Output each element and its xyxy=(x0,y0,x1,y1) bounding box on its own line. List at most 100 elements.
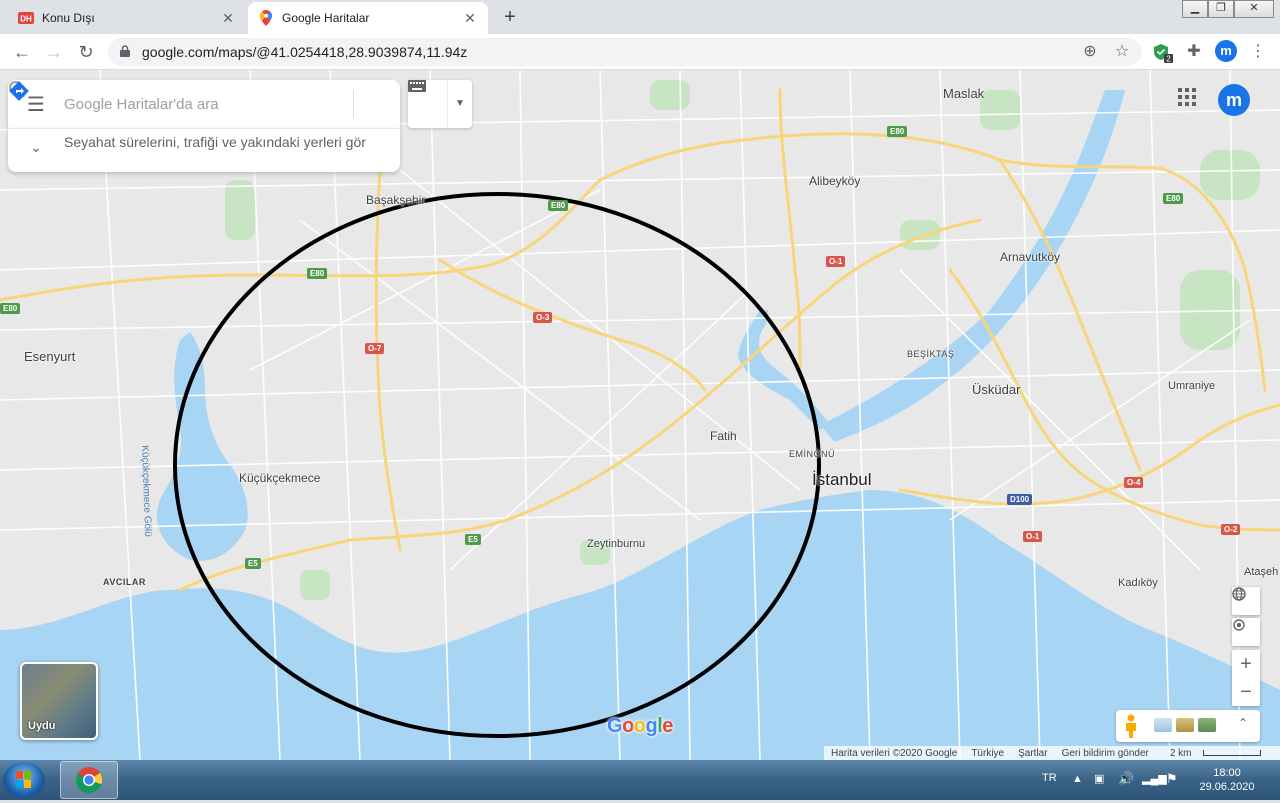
network-device-icon[interactable]: ▣ xyxy=(1094,772,1104,785)
road-shield: O-3 xyxy=(533,312,553,323)
maps-profile-avatar[interactable]: m xyxy=(1218,84,1250,116)
input-tools-button[interactable]: ▼ xyxy=(408,80,472,128)
chrome-icon xyxy=(76,767,103,794)
place-label[interactable]: Üsküdar xyxy=(972,382,1020,397)
pegman-street-view-icon[interactable] xyxy=(1124,714,1138,738)
place-label[interactable]: Maslak xyxy=(943,86,984,101)
terms-link[interactable]: Şartlar xyxy=(1018,748,1047,759)
location-target-icon[interactable]: ⊕ xyxy=(1078,40,1102,64)
address-bar[interactable]: google.com/maps/@41.0254418,28.9039874,1… xyxy=(108,38,1142,66)
taskbar-clock[interactable]: 18:00 29.06.2020 xyxy=(1190,766,1264,794)
volume-icon[interactable]: 🔊 xyxy=(1118,771,1134,787)
dropdown-arrow-icon[interactable]: ▼ xyxy=(448,80,472,128)
search-divider xyxy=(353,90,354,118)
tray-expand-icon[interactable]: ▲ xyxy=(1072,773,1083,785)
place-label[interactable]: Kadıköy xyxy=(1118,577,1158,589)
place-label[interactable]: Umraniye xyxy=(1168,380,1215,392)
map-canvas[interactable]: ☰ ⌄ Seyahat sürelerini, trafiği ve yakın… xyxy=(0,70,1280,760)
road-shield: O-1 xyxy=(1023,531,1043,542)
taskbar-chrome-button[interactable] xyxy=(60,761,118,799)
tab-google-maps[interactable]: Google Haritalar ✕ xyxy=(248,2,488,34)
road-shield: E80 xyxy=(548,200,569,211)
window-controls: ▁ ❐ ✕ xyxy=(1182,0,1274,18)
lock-icon xyxy=(120,44,134,60)
place-label[interactable]: Esenyurt xyxy=(24,349,75,364)
start-button[interactable] xyxy=(3,762,45,798)
road-shield: O-2 xyxy=(1221,524,1241,535)
traffic-thumb[interactable] xyxy=(1176,718,1194,732)
place-label[interactable]: Başakşehir xyxy=(366,193,425,207)
scale-indicator[interactable]: 2 km xyxy=(1163,748,1268,759)
browser-menu-icon[interactable]: ⋮ xyxy=(1246,40,1270,64)
road-shield: E80 xyxy=(307,268,328,279)
place-label[interactable]: AVCILAR xyxy=(103,577,146,587)
shield-extension-icon[interactable]: 2 xyxy=(1152,42,1174,64)
road-shield: O-7 xyxy=(365,343,385,354)
road-shield: E80 xyxy=(1163,193,1184,204)
globe-icon[interactable] xyxy=(1232,587,1260,615)
browser-profile-avatar[interactable]: m xyxy=(1215,40,1237,62)
minimize-icon[interactable]: ▁ xyxy=(1182,0,1208,18)
my-location-icon[interactable] xyxy=(1232,618,1260,646)
place-label[interactable]: İstanbul xyxy=(812,470,872,490)
svg-text:DH: DH xyxy=(20,15,32,24)
place-label[interactable]: Ataşeh xyxy=(1244,566,1278,578)
satellite-label: Uydu xyxy=(28,720,56,732)
extension-badge: 2 xyxy=(1166,55,1171,64)
road-shield: E5 xyxy=(245,558,261,569)
forward-arrow-icon[interactable]: → xyxy=(42,40,66,64)
chevron-down-icon[interactable]: ⌄ xyxy=(8,133,64,156)
clock-date: 29.06.2020 xyxy=(1199,781,1255,793)
suggestion-text: Seyahat sürelerini, trafiği ve yakındaki… xyxy=(64,134,366,150)
google-apps-grid-icon[interactable] xyxy=(1178,88,1202,112)
extensions-puzzle-icon[interactable]: ✚ xyxy=(1182,40,1206,64)
dh-favicon-icon: DH xyxy=(18,10,34,26)
tab-title: Konu Dışı xyxy=(42,11,95,25)
place-label[interactable]: Arnavutköy xyxy=(1000,250,1060,264)
maps-pin-icon xyxy=(258,10,274,26)
close-tab-icon[interactable]: ✕ xyxy=(220,10,236,26)
country-link[interactable]: Türkiye xyxy=(971,748,1004,759)
google-logo: Google xyxy=(607,715,673,737)
terrain-thumb[interactable] xyxy=(1154,718,1172,732)
place-label[interactable]: Fatih xyxy=(710,429,737,443)
close-tab-icon[interactable]: ✕ xyxy=(462,10,478,26)
feedback-link[interactable]: Geri bildirim gönder xyxy=(1062,748,1149,759)
map-data-attribution[interactable]: Harita verileri ©2020 Google xyxy=(831,748,957,759)
back-arrow-icon[interactable]: ← xyxy=(10,40,34,64)
place-label[interactable]: Alibeyköy xyxy=(809,174,860,188)
maps-search-box: ☰ xyxy=(8,80,400,128)
maximize-icon[interactable]: ❐ xyxy=(1208,0,1234,18)
browser-toolbar: ← → ↻ google.com/maps/@41.0254418,28.903… xyxy=(0,34,1280,70)
maps-suggestion-panel[interactable]: ⌄ Seyahat sürelerini, trafiği ve yakında… xyxy=(8,128,400,172)
road-shield: E80 xyxy=(887,126,908,137)
place-label[interactable]: BEŞİKTAŞ xyxy=(907,349,954,359)
bookmark-star-icon[interactable]: ☆ xyxy=(1110,40,1134,64)
reload-icon[interactable]: ↻ xyxy=(74,40,98,64)
bicycle-thumb[interactable] xyxy=(1198,718,1216,732)
road-shield: O-1 xyxy=(826,256,846,267)
windows-taskbar: TR ▲ ▣ 🔊 ▂▄▆ ⚑ 18:00 29.06.2020 xyxy=(0,760,1280,800)
tab-konu-disi[interactable]: DH Konu Dışı ✕ xyxy=(8,2,246,34)
chevron-up-icon[interactable]: ⌃ xyxy=(1238,716,1248,730)
place-label[interactable]: Küçükçekmece xyxy=(239,471,320,485)
zoom-in-button[interactable]: + xyxy=(1232,650,1260,678)
place-label[interactable]: EMİNÖNÜ xyxy=(789,449,835,459)
browser-tab-bar: DH Konu Dışı ✕ Google Haritalar ✕ + ▁ ❐ … xyxy=(0,0,1280,34)
zoom-control: + − xyxy=(1232,650,1260,706)
road-shield: E80 xyxy=(0,303,21,314)
map-footer: Harita verileri ©2020 Google Türkiye Şar… xyxy=(824,746,1280,760)
keyboard-icon[interactable] xyxy=(408,80,448,128)
zoom-out-button[interactable]: − xyxy=(1232,678,1260,706)
language-indicator[interactable]: TR xyxy=(1042,772,1057,784)
maps-search-input[interactable] xyxy=(64,95,311,113)
map-background xyxy=(0,70,1280,760)
close-window-icon[interactable]: ✕ xyxy=(1234,0,1274,18)
new-tab-button[interactable]: + xyxy=(498,6,522,30)
satellite-layer-toggle[interactable]: Uydu xyxy=(20,662,98,740)
signal-bars-icon[interactable]: ▂▄▆ xyxy=(1142,772,1167,785)
road-shield: E5 xyxy=(465,534,481,545)
place-label[interactable]: Zeytinburnu xyxy=(587,538,645,550)
action-center-flag-icon[interactable]: ⚑ xyxy=(1166,771,1178,787)
map-layers-bar: ⌃ xyxy=(1116,710,1260,742)
